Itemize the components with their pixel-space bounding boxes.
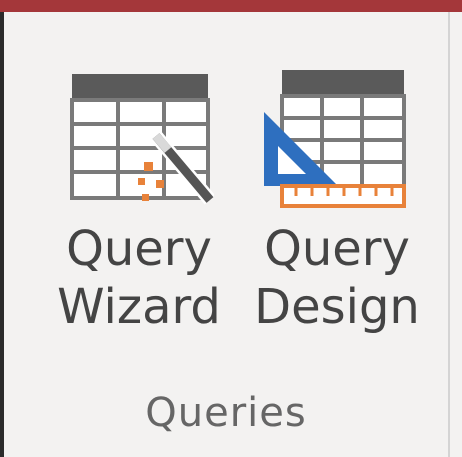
query-wizard-icon (70, 74, 214, 205)
query-wizard-label-line2: Wizard (57, 279, 221, 335)
query-wizard-button[interactable]: Query Wizard (44, 42, 234, 382)
query-design-label-line2: Design (254, 279, 420, 335)
window-accent-strip (0, 0, 462, 12)
query-wizard-label-line1: Query (66, 221, 212, 277)
query-design-label: Query Design (242, 220, 432, 336)
group-label-queries: Queries (145, 390, 307, 436)
query-design-label-line1: Query (264, 221, 410, 277)
query-wizard-label: Query Wizard (44, 220, 234, 336)
ribbon-group-queries: Query Wizard Query Design Queries (4, 12, 448, 457)
query-design-icon (264, 70, 406, 208)
group-divider (448, 12, 450, 457)
query-design-button[interactable]: Query Design (242, 42, 432, 382)
